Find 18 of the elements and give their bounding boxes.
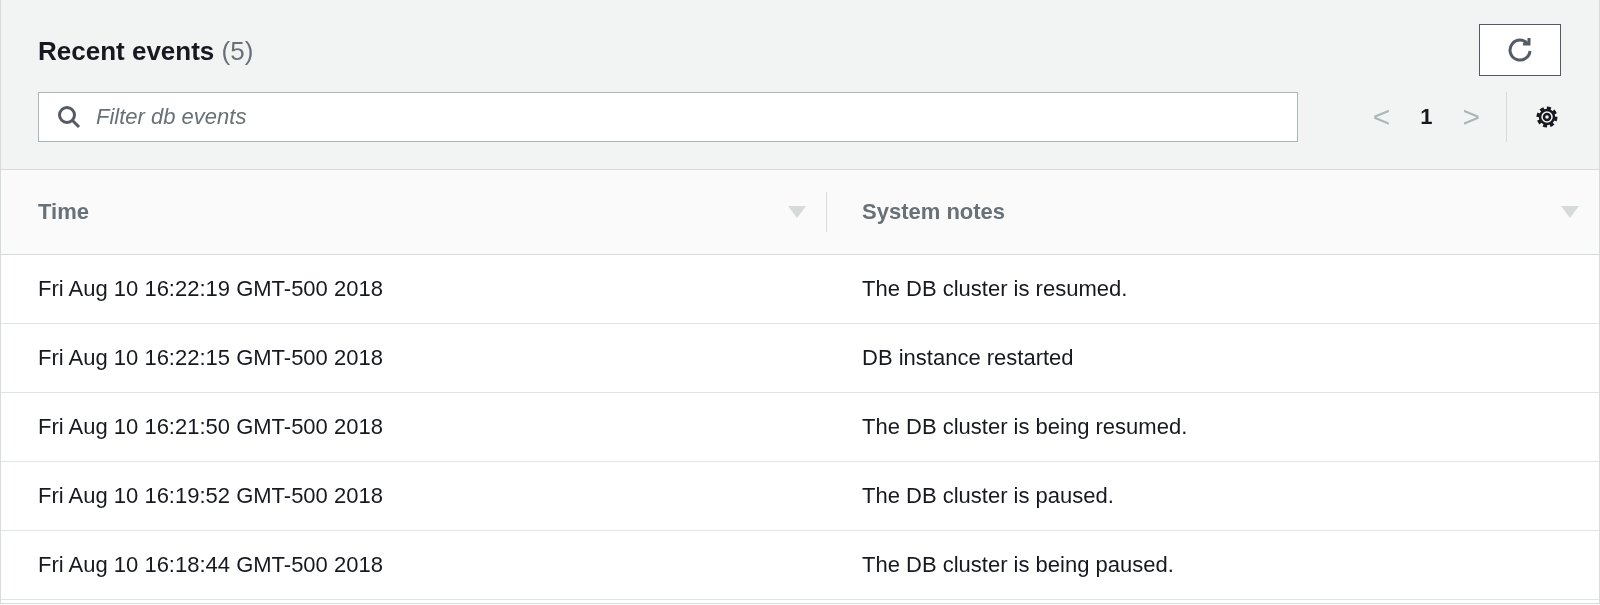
table-cell: DB instance restarted <box>862 345 1074 370</box>
refresh-button[interactable] <box>1479 24 1561 76</box>
table-cell: The DB cluster is being paused. <box>862 552 1174 577</box>
column-header[interactable]: Time <box>38 199 89 225</box>
table-cell: The DB cluster is resumed. <box>862 276 1128 301</box>
table-cell: The DB cluster is being resumed. <box>862 414 1188 439</box>
table-cell: The DB cluster is paused. <box>862 483 1114 508</box>
table-cell: Fri Aug 10 16:18:44 GMT-500 2018 <box>38 552 383 577</box>
event-count: (5) <box>221 35 254 66</box>
table-cell: Fri Aug 10 16:22:19 GMT-500 2018 <box>38 276 383 301</box>
panel-title: Recent events (5) <box>38 35 254 67</box>
table-cell: Fri Aug 10 16:21:50 GMT-500 2018 <box>38 414 383 439</box>
refresh-icon <box>1506 36 1534 64</box>
page-number[interactable]: 1 <box>1400 104 1453 130</box>
column-header[interactable]: System notes <box>862 199 1006 225</box>
table-cell: Fri Aug 10 16:22:15 GMT-500 2018 <box>38 345 383 370</box>
search-field[interactable]: Filter db events <box>38 92 1298 142</box>
table-cell: Fri Aug 10 16:19:52 GMT-500 2018 <box>38 483 383 508</box>
